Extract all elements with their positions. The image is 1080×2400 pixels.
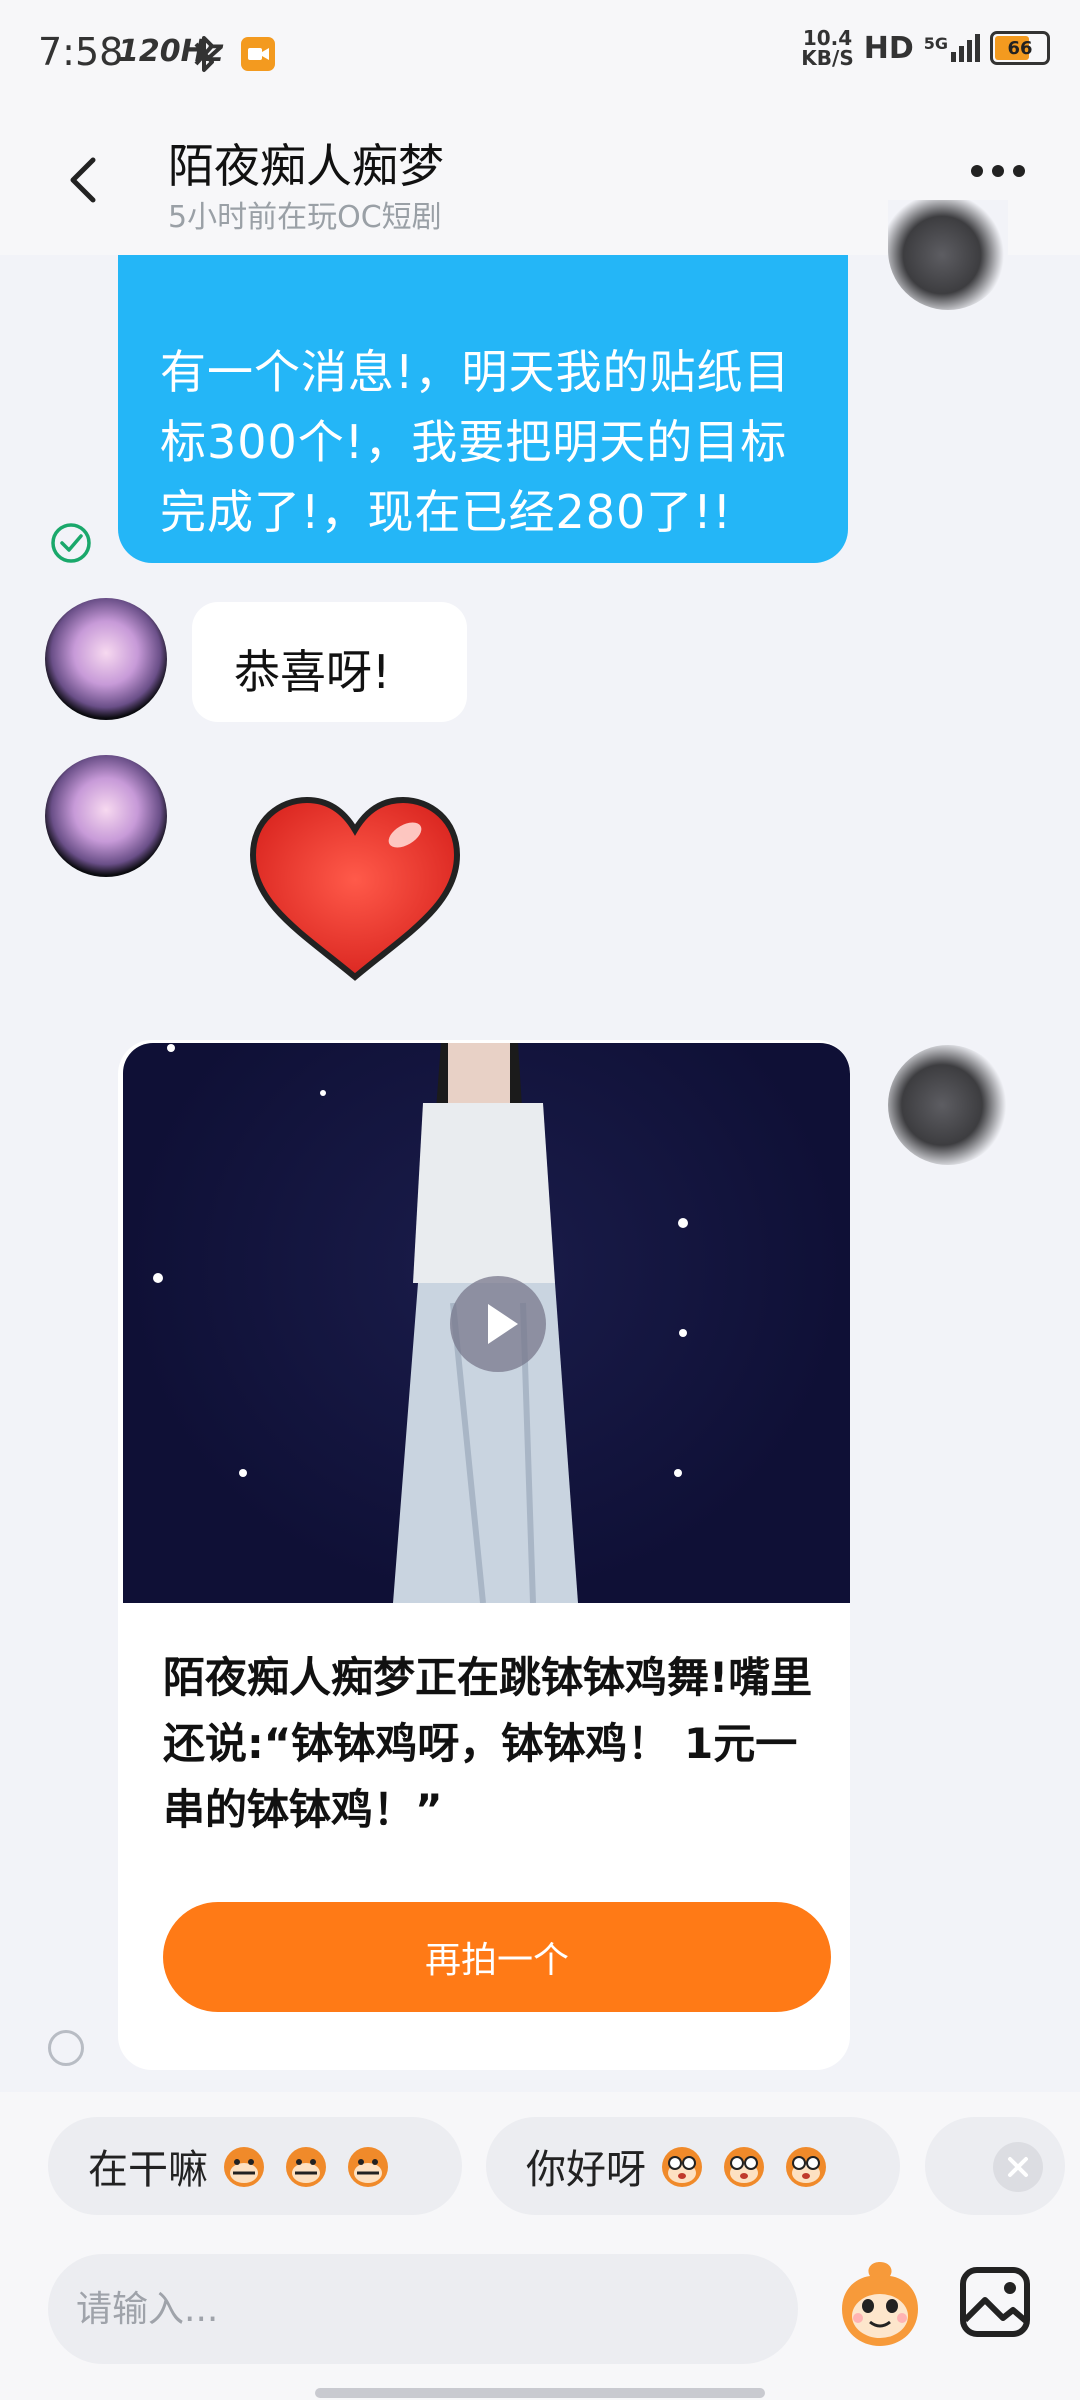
monkey-emoji-icon	[348, 2147, 388, 2187]
message-input[interactable]	[48, 2254, 798, 2364]
monkey-emoji-icon	[786, 2147, 826, 2187]
close-icon[interactable]	[993, 2142, 1043, 2192]
hd-indicator: HD	[863, 30, 914, 66]
monkey-emoji-icon	[724, 2147, 764, 2187]
sent-message-bubble[interactable]: 有一个消息!，明天我的贴纸目标300个!，我要把明天的目标完成了!，现在已经28…	[118, 255, 848, 563]
back-arrow-icon[interactable]	[55, 150, 115, 210]
sticker-mascot-icon[interactable]	[830, 2254, 930, 2354]
monkey-emoji-icon	[286, 2147, 326, 2187]
home-indicator[interactable]	[315, 2388, 765, 2398]
quick-reply-chip[interactable]: 你好呀	[486, 2117, 900, 2215]
video-thumbnail[interactable]	[123, 1043, 850, 1603]
video-caption: 陌夜痴人痴梦正在跳钵钵鸡舞!嘴里还说:“钵钵鸡呀，钵钵鸡！ 1元一串的钵钵鸡！”	[163, 1653, 813, 1834]
monkey-emoji-icon	[224, 2147, 264, 2187]
received-message-bubble[interactable]: 恭喜呀!	[192, 602, 467, 722]
quick-reply-chip[interactable]: 在干嘛	[48, 2117, 462, 2215]
battery-icon: 66	[990, 31, 1050, 65]
bottom-input-area: 在干嘛 你好呀	[0, 2092, 1080, 2400]
chat-title[interactable]: 陌夜痴人痴梦	[168, 130, 444, 196]
more-options-icon[interactable]	[971, 165, 1025, 177]
status-bar: 7:58 120Hz 10.4 KB/S HD 5G 66	[0, 0, 1080, 110]
image-gallery-icon[interactable]	[955, 2262, 1035, 2342]
message-text: 恭喜呀!	[234, 645, 391, 699]
play-icon[interactable]	[450, 1276, 546, 1372]
signal-icon: 5G	[924, 34, 980, 62]
message-text: 有一个消息!，明天我的贴纸目标300个!，我要把明天的目标完成了!，现在已经28…	[160, 345, 791, 539]
contact-avatar[interactable]	[45, 755, 167, 877]
reshoot-button[interactable]: 再拍一个	[163, 1902, 831, 2012]
monkey-emoji-icon	[662, 2147, 702, 2187]
network-speed: 10.4 KB/S	[801, 26, 854, 70]
status-time: 7:58	[38, 30, 124, 74]
screen-record-icon	[241, 37, 275, 71]
heart-sticker-icon[interactable]	[245, 795, 465, 985]
bluetooth-icon	[194, 36, 214, 72]
chat-status-subtitle: 5小时前在玩OC短剧	[168, 200, 442, 235]
my-avatar[interactable]	[888, 200, 1008, 310]
video-card[interactable]: 陌夜痴人痴梦正在跳钵钵鸡舞!嘴里还说:“钵钵鸡呀，钵钵鸡！ 1元一串的钵钵鸡！”…	[118, 1040, 850, 2070]
status-right-group: 10.4 KB/S HD 5G 66	[801, 28, 1050, 68]
pending-status-icon	[48, 2030, 84, 2066]
contact-avatar[interactable]	[45, 598, 167, 720]
my-avatar[interactable]	[888, 1045, 1008, 1165]
sent-check-icon	[51, 523, 91, 563]
